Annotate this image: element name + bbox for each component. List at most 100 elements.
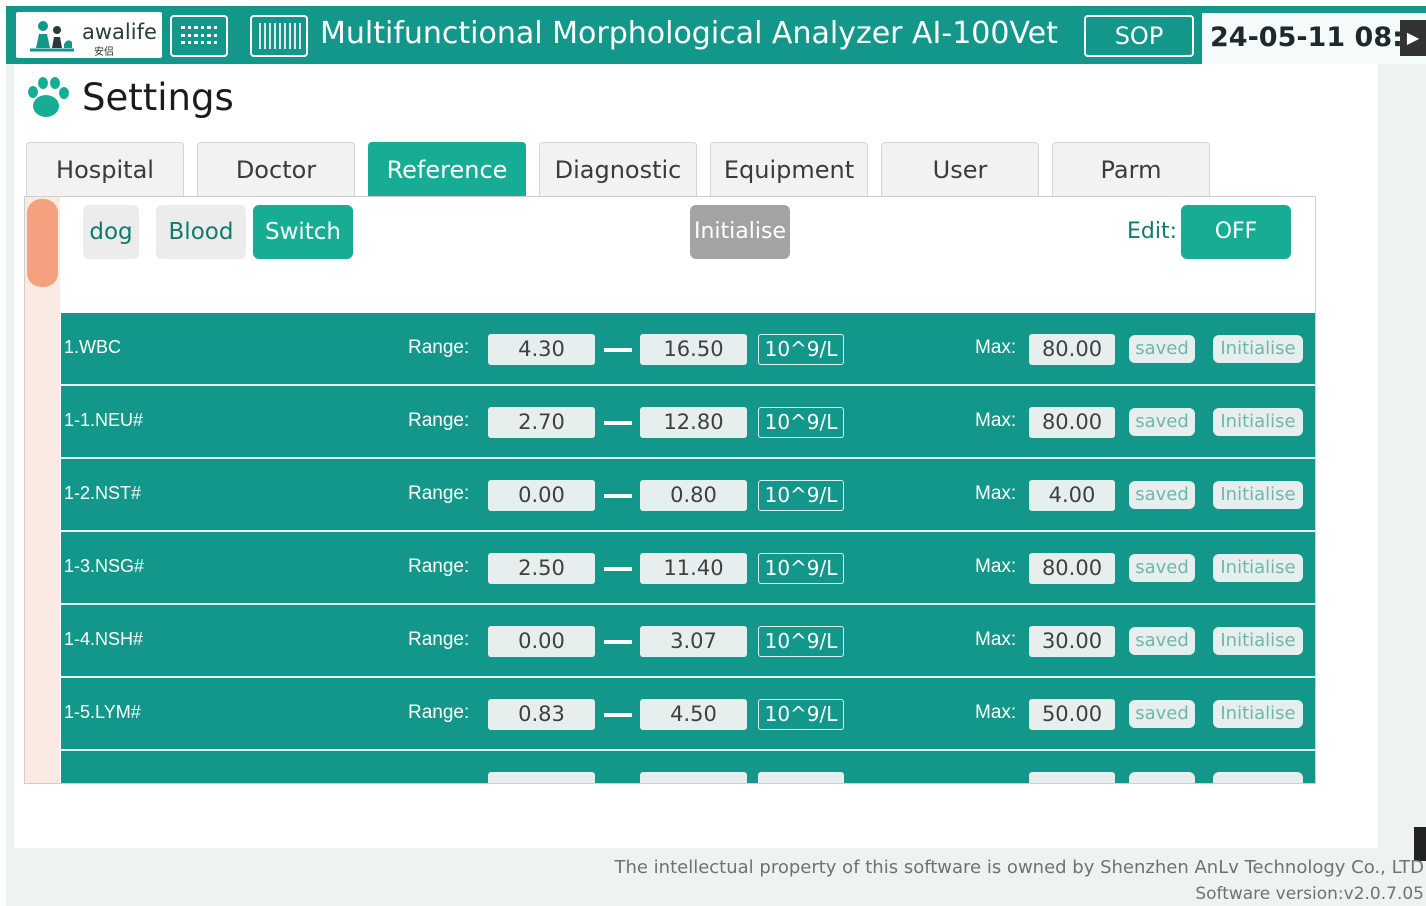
- range-label: Range:: [408, 483, 470, 504]
- edit-toggle[interactable]: OFF: [1181, 205, 1291, 259]
- max-label: Max:: [975, 556, 1017, 577]
- row-initialise-button[interactable]: Initialise: [1213, 481, 1303, 509]
- max-input[interactable]: 80.00: [1029, 553, 1115, 584]
- unit-selector[interactable]: 10^9/L: [758, 626, 844, 657]
- datetime-display: 24-05-11 08:52:: [1202, 13, 1426, 64]
- copyright-text: The intellectual property of this softwa…: [614, 857, 1424, 878]
- row-initialise-button[interactable]: Initialise: [1213, 627, 1303, 655]
- sop-button[interactable]: SOP: [1084, 15, 1194, 57]
- parameter-name: 1-5.LYM#: [64, 702, 141, 722]
- max-label: Max:: [975, 702, 1017, 723]
- range-high-input[interactable]: 0.80: [640, 480, 747, 511]
- paw-icon: [28, 77, 69, 117]
- range-label: Range:: [408, 410, 470, 431]
- row-initialise-button[interactable]: [1213, 772, 1303, 783]
- range-dash: [604, 421, 632, 425]
- max-input[interactable]: [1029, 772, 1115, 783]
- table-row: 1-5.LYM# Range: 0.83 4.50 10^9/L Max: 50.00 sav…: [61, 678, 1315, 751]
- range-high-input[interactable]: 16.50: [640, 334, 747, 365]
- max-label: Max:: [975, 410, 1017, 431]
- range-low-input[interactable]: 4.30: [488, 334, 595, 365]
- range-low-input[interactable]: 0.00: [488, 626, 595, 657]
- page-title: Settings: [82, 76, 234, 119]
- parameter-name: 1-4.NSH#: [64, 629, 144, 649]
- range-high-input[interactable]: 12.80: [640, 407, 747, 438]
- keyboard-icon: [181, 26, 217, 46]
- saved-button[interactable]: saved: [1129, 408, 1195, 436]
- max-input[interactable]: 4.00: [1029, 480, 1115, 511]
- saved-button[interactable]: saved: [1129, 481, 1195, 509]
- table-row: 1.WBC Range: 4.30 16.50 10^9/L Max: 80.00 saved…: [61, 313, 1315, 386]
- saved-button[interactable]: saved: [1129, 700, 1195, 728]
- tab-user-settings[interactable]: User settings: [881, 142, 1039, 238]
- barcode-button[interactable]: [250, 15, 308, 57]
- reference-panel: dog Blood Switch Initialise Edit: OFF 1.…: [24, 196, 1316, 784]
- saved-button[interactable]: saved: [1129, 554, 1195, 582]
- range-low-input[interactable]: 0.00: [488, 480, 595, 511]
- range-low-input[interactable]: [488, 772, 595, 783]
- range-dash: [604, 348, 632, 352]
- saved-button[interactable]: saved: [1129, 627, 1195, 655]
- row-initialise-button[interactable]: Initialise: [1213, 408, 1303, 436]
- tab-parm-settings[interactable]: Parm settings: [1052, 142, 1210, 238]
- parameter-name: 1-1.NEU#: [64, 410, 144, 430]
- range-low-input[interactable]: 2.50: [488, 553, 595, 584]
- max-label: Max:: [975, 337, 1017, 358]
- unit-selector[interactable]: 10^9/L: [758, 480, 844, 511]
- play-icon[interactable]: ▶: [1400, 20, 1426, 56]
- row-initialise-button[interactable]: Initialise: [1213, 335, 1303, 363]
- saved-button[interactable]: saved: [1129, 335, 1195, 363]
- parameter-name: 1.WBC: [64, 337, 122, 357]
- initialise-all-button[interactable]: Initialise: [690, 205, 790, 259]
- range-high-input[interactable]: 4.50: [640, 699, 747, 730]
- max-input[interactable]: 50.00: [1029, 699, 1115, 730]
- table-row: 1-2.NST# Range: 0.00 0.80 10^9/L Max: 4.00 save…: [61, 459, 1315, 532]
- range-high-input[interactable]: [640, 772, 747, 783]
- max-input[interactable]: 80.00: [1029, 334, 1115, 365]
- logo-subtext: 安侣: [94, 47, 114, 58]
- table-row: [61, 751, 1315, 783]
- saved-button[interactable]: [1129, 772, 1195, 783]
- tab-reference[interactable]: Reference: [368, 142, 526, 196]
- table-row: 1-4.NSH# Range: 0.00 3.07 10^9/L Max: 30.00 sav…: [61, 605, 1315, 678]
- row-initialise-button[interactable]: Initialise: [1213, 554, 1303, 582]
- species-button[interactable]: dog: [83, 205, 139, 259]
- range-dash: [604, 640, 632, 644]
- range-high-input[interactable]: 3.07: [640, 626, 747, 657]
- range-dash: [604, 567, 632, 571]
- tab-doctor[interactable]: Doctor: [197, 142, 355, 196]
- tab-equipment[interactable]: Equipment: [710, 142, 868, 196]
- unit-selector[interactable]: 10^9/L: [758, 334, 844, 365]
- tab-diagnostic[interactable]: Diagnostic: [539, 142, 697, 196]
- top-header: awalife 安侣 Multifunctional Morphological…: [6, 6, 1426, 64]
- unit-selector[interactable]: 10^9/L: [758, 407, 844, 438]
- table-row: 1-1.NEU# Range: 2.70 12.80 10^9/L Max: 80.00 sa…: [61, 386, 1315, 459]
- max-input[interactable]: 30.00: [1029, 626, 1115, 657]
- tab-hospital[interactable]: Hospital: [26, 142, 184, 196]
- unit-selector[interactable]: 10^9/L: [758, 553, 844, 584]
- range-label: Range:: [408, 629, 470, 650]
- unit-selector[interactable]: 10^9/L: [758, 699, 844, 730]
- table-row: 1-3.NSG# Range: 2.50 11.40 10^9/L Max: 80.00 sa…: [61, 532, 1315, 605]
- version-text: Software version:v2.0.7.05: [1195, 884, 1424, 904]
- max-input[interactable]: 80.00: [1029, 407, 1115, 438]
- keyboard-button[interactable]: [170, 15, 228, 57]
- parameter-name: 1-2.NST#: [64, 483, 142, 503]
- datetime-text: 24-05-11 08:52:: [1210, 22, 1426, 53]
- range-label: Range:: [408, 702, 470, 723]
- reference-table: 1.WBC Range: 4.30 16.50 10^9/L Max: 80.00 saved…: [61, 313, 1315, 783]
- logo-text: awalife: [82, 20, 157, 44]
- max-label: Max:: [975, 629, 1017, 650]
- app-title: Multifunctional Morphological Analyzer A…: [320, 16, 1058, 51]
- row-initialise-button[interactable]: Initialise: [1213, 700, 1303, 728]
- scrollbar[interactable]: [25, 197, 60, 783]
- unit-selector[interactable]: [758, 772, 844, 783]
- range-dash: [604, 494, 632, 498]
- scrollbar-thumb[interactable]: [27, 199, 58, 287]
- range-high-input[interactable]: 11.40: [640, 553, 747, 584]
- switch-button[interactable]: Switch: [253, 205, 353, 259]
- range-low-input[interactable]: 0.83: [488, 699, 595, 730]
- range-label: Range:: [408, 337, 470, 358]
- sample-type-button[interactable]: Blood: [156, 205, 246, 259]
- range-low-input[interactable]: 2.70: [488, 407, 595, 438]
